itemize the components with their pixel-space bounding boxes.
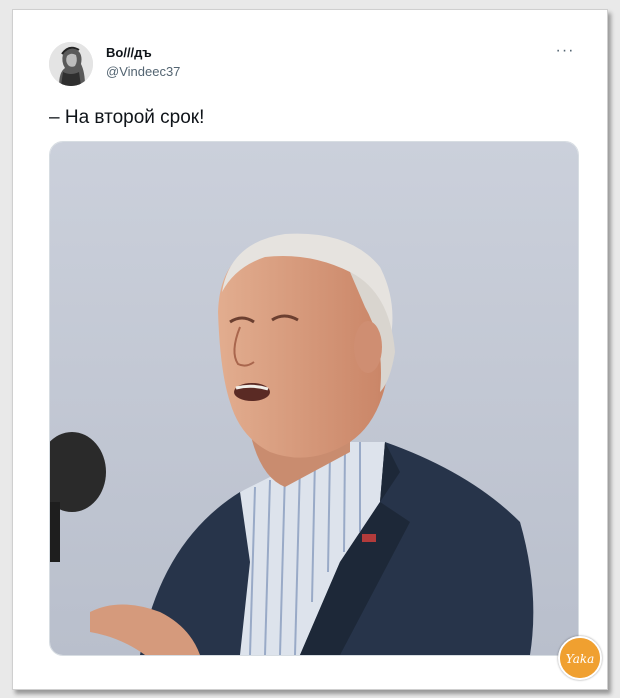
tweet-photo[interactable] xyxy=(49,141,579,656)
display-name[interactable]: Во///дъ xyxy=(106,45,180,61)
tweet-text: – На второй срок! xyxy=(49,107,205,128)
tweet-author[interactable]: Во///дъ @Vindeec37 xyxy=(106,45,180,80)
avatar[interactable] xyxy=(49,42,93,86)
tweet-card[interactable]: Во///дъ @Vindeec37 ··· – На второй срок! xyxy=(13,10,607,689)
more-options-icon[interactable]: ··· xyxy=(553,43,577,62)
user-handle[interactable]: @Vindeec37 xyxy=(106,64,180,80)
watermark-logo-text: Yaka xyxy=(566,652,595,666)
flag-pin xyxy=(362,534,376,542)
avatar-portrait-icon xyxy=(49,42,93,86)
watermark-logo-icon: Yaka xyxy=(560,638,600,678)
screenshot-frame: Во///дъ @Vindeec37 ··· – На второй срок! xyxy=(12,9,608,690)
photo-illustration xyxy=(50,142,578,655)
watermark-logo: Yaka xyxy=(558,636,602,680)
